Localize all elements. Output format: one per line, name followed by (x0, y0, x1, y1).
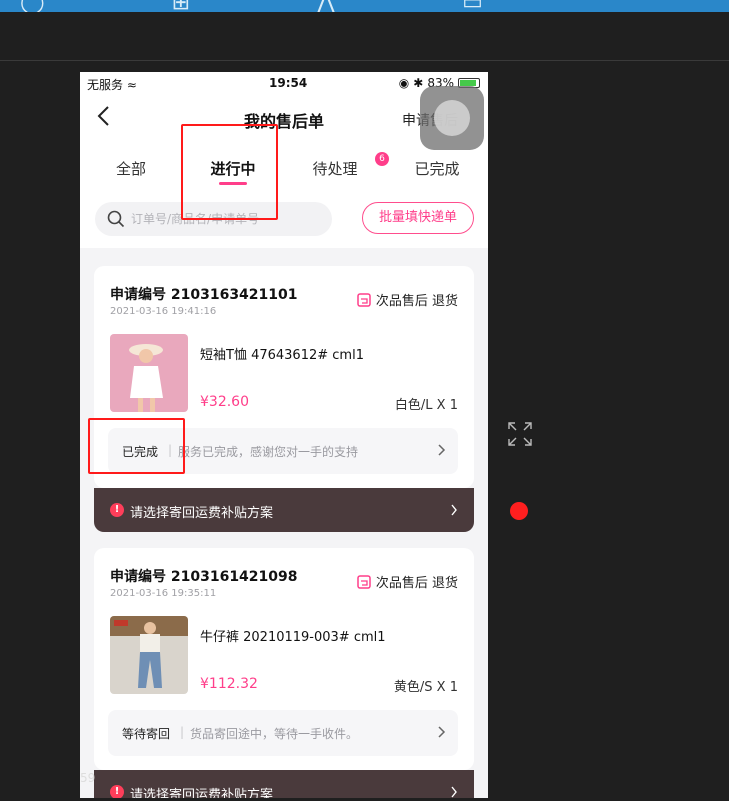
chevron-right-icon (451, 504, 457, 516)
shipping-subsidy-notice[interactable]: ! 请选择寄回运费补贴方案 (94, 488, 474, 532)
product-price: ¥32.60 (200, 394, 249, 410)
status-description: 服务已完成，感谢您对一手的支持 (178, 445, 359, 459)
page-number: 59 (80, 771, 96, 785)
return-icon (357, 574, 371, 589)
tab-in-progress[interactable]: 进行中 (182, 144, 284, 194)
product-spec: 黄色/S X 1 (393, 680, 458, 695)
record-indicator[interactable] (510, 502, 528, 520)
search-box[interactable] (95, 202, 332, 236)
status-label: 已完成 (122, 445, 159, 459)
product-name: 短袖T恤 47643612# cml1 (200, 348, 364, 363)
after-sale-tag: 次品售后 退货 (357, 572, 458, 591)
order-time: 2021-03-16 19:35:11 (110, 588, 217, 599)
order-status-row[interactable]: 等待寄回 | 货品寄回途中，等待一手收件。 (108, 710, 458, 756)
after-sale-tag: 次品售后 退货 (357, 290, 458, 309)
order-number: 申请编号 2103161421098 (110, 569, 298, 585)
search-row: 批量填快递单 (80, 194, 488, 248)
wifi-icon: ≈ (126, 78, 137, 92)
carrier-label: 无服务 ≈ (87, 78, 137, 92)
tab-pending[interactable]: 待处理 6 (284, 144, 389, 194)
status-separator: | (168, 443, 173, 457)
product-spec: 白色/L X 1 (394, 398, 458, 413)
warning-icon: ! (110, 503, 124, 517)
order-number: 申请编号 2103163421101 (110, 287, 298, 303)
chevron-right-icon (438, 726, 446, 738)
tab-all[interactable]: 全部 (80, 144, 182, 194)
shipping-subsidy-notice[interactable]: ! 请选择寄回运费补贴方案 (94, 770, 474, 798)
assistive-touch-button[interactable] (420, 86, 484, 150)
toolbar-icons-partial: ◯ ⊞ ⋀ ▭ (20, 0, 543, 12)
tab-bar: 全部 进行中 待处理 6 已完成 (80, 144, 488, 194)
chevron-right-icon (438, 444, 446, 456)
return-icon (357, 292, 371, 307)
status-description: 货品寄回途中，等待一手收件。 (190, 727, 359, 741)
notice-text: 请选择寄回运费补贴方案 (130, 788, 274, 798)
order-time: 2021-03-16 19:41:16 (110, 306, 217, 317)
search-icon (107, 210, 125, 228)
product-image (110, 334, 188, 412)
top-toolbar-strip: ◯ ⊞ ⋀ ▭ (0, 0, 729, 12)
status-separator: | (180, 725, 185, 739)
batch-fill-express-button[interactable]: 批量填快递单 (362, 202, 474, 234)
product-price: ¥112.32 (200, 676, 258, 692)
active-tab-indicator (219, 182, 247, 185)
product-name: 牛仔裤 20210119-003# cml1 (200, 630, 386, 645)
order-status-row[interactable]: 已完成 | 服务已完成，感谢您对一手的支持 (108, 428, 458, 474)
warning-icon: ! (110, 785, 124, 798)
search-input[interactable] (131, 202, 327, 236)
status-time: 19:54 (269, 76, 308, 90)
product-image (110, 616, 188, 694)
status-label: 等待寄回 (122, 727, 171, 741)
notice-text: 请选择寄回运费补贴方案 (130, 506, 274, 521)
lock-rotation-icon: ◉ (398, 76, 410, 90)
phone-screen: 无服务 ≈ 19:54 ◉ ✱ 83% 我的售后单 申请售后 全部 进行中 待处… (80, 72, 488, 798)
expand-icon[interactable] (507, 421, 533, 447)
divider (0, 60, 729, 61)
order-card[interactable]: 申请编号 2103161421098 2021-03-16 19:35:11 次… (94, 548, 474, 770)
chevron-right-icon (451, 786, 457, 798)
bluetooth-icon: ✱ (413, 76, 424, 90)
order-card[interactable]: 申请编号 2103163421101 2021-03-16 19:41:16 次… (94, 266, 474, 488)
tab-completed[interactable]: 已完成 (386, 144, 488, 194)
